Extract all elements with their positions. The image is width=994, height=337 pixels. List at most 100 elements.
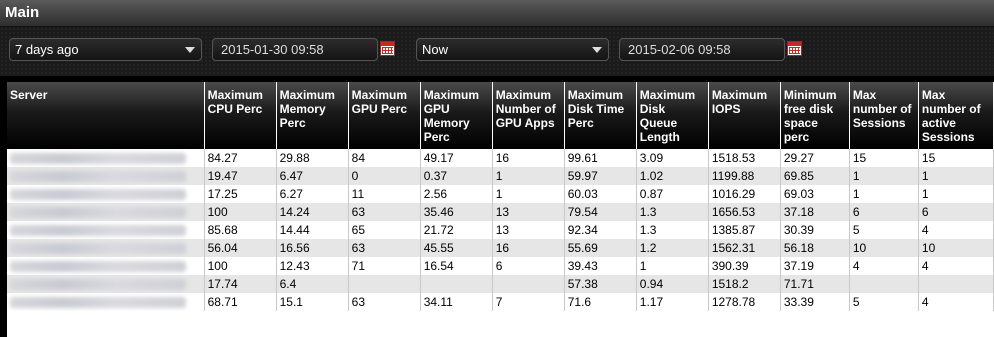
table-cell: 21.72: [420, 221, 493, 239]
table-cell: 4: [918, 221, 994, 239]
column-header[interactable]: Maximum IOPS: [708, 82, 781, 149]
column-header[interactable]: Max number of Sessions: [849, 82, 919, 149]
calendar-icon[interactable]: [380, 41, 395, 56]
table-cell: 39.43: [564, 257, 637, 275]
table-cell: 16: [492, 149, 565, 167]
chevron-down-icon: [592, 47, 602, 53]
table-cell: 6: [492, 257, 565, 275]
column-header[interactable]: Maximum Memory Perc: [276, 82, 349, 149]
table-cell: 1016.29: [708, 185, 781, 203]
table-cell: 19.47: [204, 167, 277, 185]
server-name-cell: [7, 149, 205, 167]
server-name-cell: [7, 203, 205, 221]
column-header[interactable]: Maximum CPU Perc: [204, 82, 277, 149]
table-cell: 15.1: [276, 293, 349, 311]
redacted-server-name: [10, 260, 186, 272]
table-cell: 7: [492, 293, 565, 311]
table-cell: 60.03: [564, 185, 637, 203]
table-cell: 69.03: [780, 185, 850, 203]
column-header[interactable]: Minimum free disk space perc: [780, 82, 850, 149]
table-cell: 13: [492, 221, 565, 239]
table-row[interactable]: 84.27 29.88 84 49.17 16 99.61 3.09 1518.53 29.27…: [7, 149, 994, 167]
table-row[interactable]: 100 12.43 71 16.54 6 39.43 1 390.39 37.19 4 4: [7, 257, 994, 275]
table-cell: 1385.87: [708, 221, 781, 239]
server-name-cell: [7, 185, 205, 203]
from-range-dropdown[interactable]: 7 days ago: [9, 38, 202, 61]
redacted-server-name: [10, 206, 186, 218]
table-cell: 6: [849, 203, 919, 221]
table-cell: 0.37: [420, 167, 493, 185]
table-cell: 99.61: [564, 149, 637, 167]
table-cell: 92.34: [564, 221, 637, 239]
table-cell: 14.44: [276, 221, 349, 239]
table-cell: 4: [918, 257, 994, 275]
table-cell: 1: [849, 185, 919, 203]
redacted-server-name: [10, 224, 186, 236]
table-row[interactable]: 17.74 6.4 57.38 0.94 1518.2 71.71: [7, 275, 994, 293]
from-datetime-input[interactable]: 2015-01-30 09:58: [212, 38, 378, 61]
column-header[interactable]: Maximum GPU Memory Perc: [420, 82, 493, 149]
table-row[interactable]: 17.25 6.27 11 2.56 1 60.03 0.87 1016.29 69.03 1 1: [7, 185, 994, 203]
redacted-server-name: [10, 170, 186, 182]
window-title: Main: [5, 4, 40, 21]
table-cell: 1199.88: [708, 167, 781, 185]
server-name-cell: [7, 221, 205, 239]
table-cell: 85.68: [204, 221, 277, 239]
table-cell: 390.39: [708, 257, 781, 275]
table-cell: 30.39: [780, 221, 850, 239]
table-cell: 71: [348, 257, 421, 275]
table-cell: 1.3: [636, 221, 709, 239]
table-cell: 16: [492, 239, 565, 257]
calendar-icon[interactable]: [787, 41, 802, 56]
column-header[interactable]: Maximum Disk Time Perc: [564, 82, 637, 149]
server-stats-table: Server Maximum CPU Perc Maximum Memory P…: [7, 82, 994, 337]
table-row[interactable]: 100 14.24 63 35.46 13 79.54 1.3 1656.53 37.18 6 6: [7, 203, 994, 221]
table-cell: 1518.53: [708, 149, 781, 167]
table-cell: 29.27: [780, 149, 850, 167]
table-cell: 14.24: [276, 203, 349, 221]
server-name-cell: [7, 167, 205, 185]
table-cell: 34.11: [420, 293, 493, 311]
table-cell: 10: [849, 239, 919, 257]
table-cell: 56.04: [204, 239, 277, 257]
table-cell: 11: [348, 185, 421, 203]
table-cell: 10: [918, 239, 994, 257]
to-range-dropdown[interactable]: Now: [416, 38, 609, 61]
table-cell: 1562.31: [708, 239, 781, 257]
table-cell: 71.6: [564, 293, 637, 311]
table-cell: 15: [849, 149, 919, 167]
table-row[interactable]: 68.71 15.1 63 34.11 7 71.6 1.17 1278.78 33.39 5 4: [7, 293, 994, 311]
to-datetime-value: 2015-02-06 09:58: [628, 42, 731, 57]
table-cell: 37.19: [780, 257, 850, 275]
to-range-value: Now: [422, 42, 449, 57]
table-row[interactable]: 19.47 6.47 0 0.37 1 59.97 1.02 1199.88 69.85 1 1: [7, 167, 994, 185]
column-header[interactable]: Maximum GPU Perc: [348, 82, 421, 149]
column-header[interactable]: Maximum Disk Queue Length: [636, 82, 709, 149]
table-cell: 1: [492, 185, 565, 203]
table-cell: 6.47: [276, 167, 349, 185]
table-row[interactable]: 85.68 14.44 65 21.72 13 92.34 1.3 1385.87 30.39 5…: [7, 221, 994, 239]
table-cell: 6.4: [276, 275, 349, 293]
table-cell: 4: [918, 293, 994, 311]
column-header[interactable]: Max number of active Sessions: [918, 82, 994, 149]
to-datetime-input[interactable]: 2015-02-06 09:58: [619, 38, 785, 61]
table-cell: 59.97: [564, 167, 637, 185]
from-range-value: 7 days ago: [15, 42, 79, 57]
table-cell: 79.54: [564, 203, 637, 221]
table-cell: [348, 275, 421, 293]
column-header[interactable]: Maximum Number of GPU Apps: [492, 82, 565, 149]
table-cell: 1: [492, 167, 565, 185]
table-cell: 1.17: [636, 293, 709, 311]
table-cell: 1: [849, 167, 919, 185]
table-cell: 1: [918, 185, 994, 203]
table-cell: 1278.78: [708, 293, 781, 311]
table-row[interactable]: 56.04 16.56 63 45.55 16 55.69 1.2 1562.31 56.18 1…: [7, 239, 994, 257]
table-cell: 100: [204, 257, 277, 275]
window-titlebar: Main: [0, 0, 994, 27]
table-cell: 33.39: [780, 293, 850, 311]
column-header[interactable]: Server: [7, 82, 205, 149]
server-name-cell: [7, 257, 205, 275]
filter-toolbar: 7 days ago 2015-01-30 09:58 Now 2015-02-…: [0, 27, 994, 76]
table-cell: 57.38: [564, 275, 637, 293]
table-cell: 5: [849, 293, 919, 311]
